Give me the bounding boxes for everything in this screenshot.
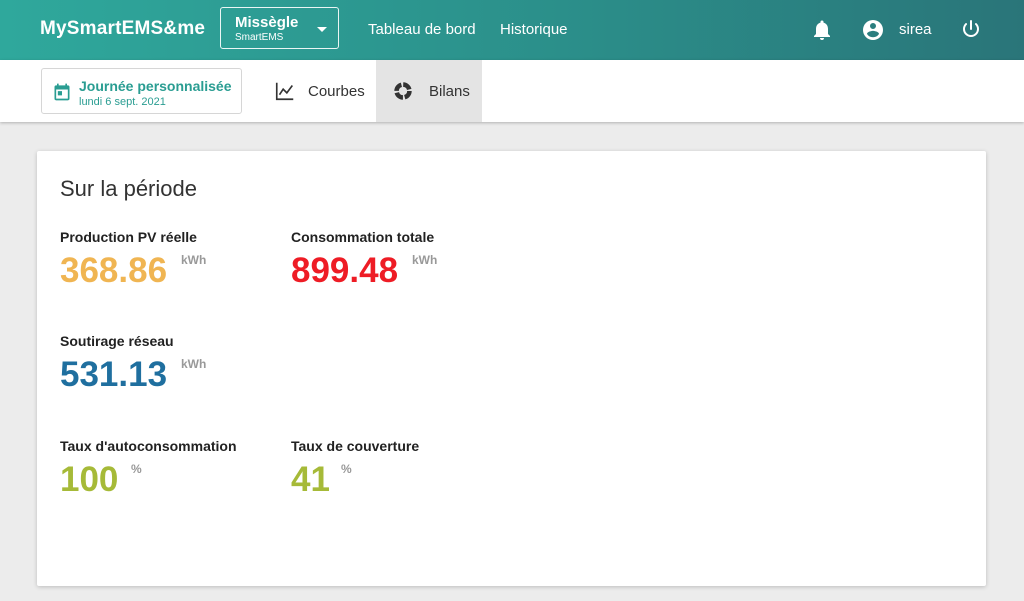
site-selector[interactable]: Missègle SmartEMS xyxy=(220,7,339,49)
metric-production-pv: Production PV réelle 368.86 kWh xyxy=(60,229,206,295)
metric-value: 368.86 xyxy=(60,251,168,290)
tab-courbes[interactable]: Courbes xyxy=(260,60,376,122)
calendar-icon xyxy=(54,83,70,101)
tab-courbes-label: Courbes xyxy=(308,83,365,100)
nav-dashboard[interactable]: Tableau de bord xyxy=(368,21,476,38)
donut-chart-icon xyxy=(394,82,412,100)
nav-history[interactable]: Historique xyxy=(500,21,568,38)
site-name: Missègle xyxy=(235,14,299,31)
caret-down-icon xyxy=(317,27,327,32)
line-chart-icon xyxy=(275,82,294,101)
metric-unit: kWh xyxy=(181,253,207,267)
date-picker[interactable]: Journée personnalisée lundi 6 sept. 2021 xyxy=(41,68,242,114)
metric-unit: % xyxy=(131,462,142,476)
metric-value: 41 xyxy=(291,460,330,499)
toolbar: Journée personnalisée lundi 6 sept. 2021… xyxy=(0,60,1024,122)
metric-taux-couverture: Taux de couverture 41 % xyxy=(291,438,419,504)
power-icon[interactable] xyxy=(959,18,983,42)
metric-value: 531.13 xyxy=(60,355,168,394)
tab-bilans-label: Bilans xyxy=(429,83,470,100)
metric-soutirage-reseau: Soutirage réseau 531.13 kWh xyxy=(60,333,206,399)
app-brand[interactable]: MySmartEMS&me xyxy=(40,18,205,40)
site-subtitle: SmartEMS xyxy=(235,32,284,43)
tab-bilans[interactable]: Bilans xyxy=(376,60,482,122)
metric-unit: kWh xyxy=(181,357,207,371)
card-title: Sur la période xyxy=(60,176,197,201)
date-picker-title: Journée personnalisée xyxy=(79,78,232,94)
top-app-bar: MySmartEMS&me Missègle SmartEMS Tableau … xyxy=(0,0,1024,60)
metric-label: Taux de couverture xyxy=(291,438,420,454)
date-picker-date: lundi 6 sept. 2021 xyxy=(79,96,166,108)
summary-card: Sur la période Production PV réelle 368.… xyxy=(37,151,986,586)
metric-consommation-totale: Consommation totale 899.48 kWh xyxy=(291,229,438,295)
metric-label: Consommation totale xyxy=(291,229,435,245)
metric-taux-autoconsommation: Taux d'autoconsommation 100 % xyxy=(60,438,237,504)
bell-icon[interactable] xyxy=(810,18,834,42)
metric-value: 100 xyxy=(60,460,119,499)
metric-value: 899.48 xyxy=(291,251,399,290)
user-name[interactable]: sirea xyxy=(899,21,932,38)
metric-unit: % xyxy=(341,462,352,476)
metric-unit: kWh xyxy=(412,253,438,267)
metric-label: Soutirage réseau xyxy=(60,333,174,349)
metric-label: Production PV réelle xyxy=(60,229,197,245)
metric-label: Taux d'autoconsommation xyxy=(60,438,237,454)
account-circle-icon[interactable] xyxy=(861,18,885,42)
